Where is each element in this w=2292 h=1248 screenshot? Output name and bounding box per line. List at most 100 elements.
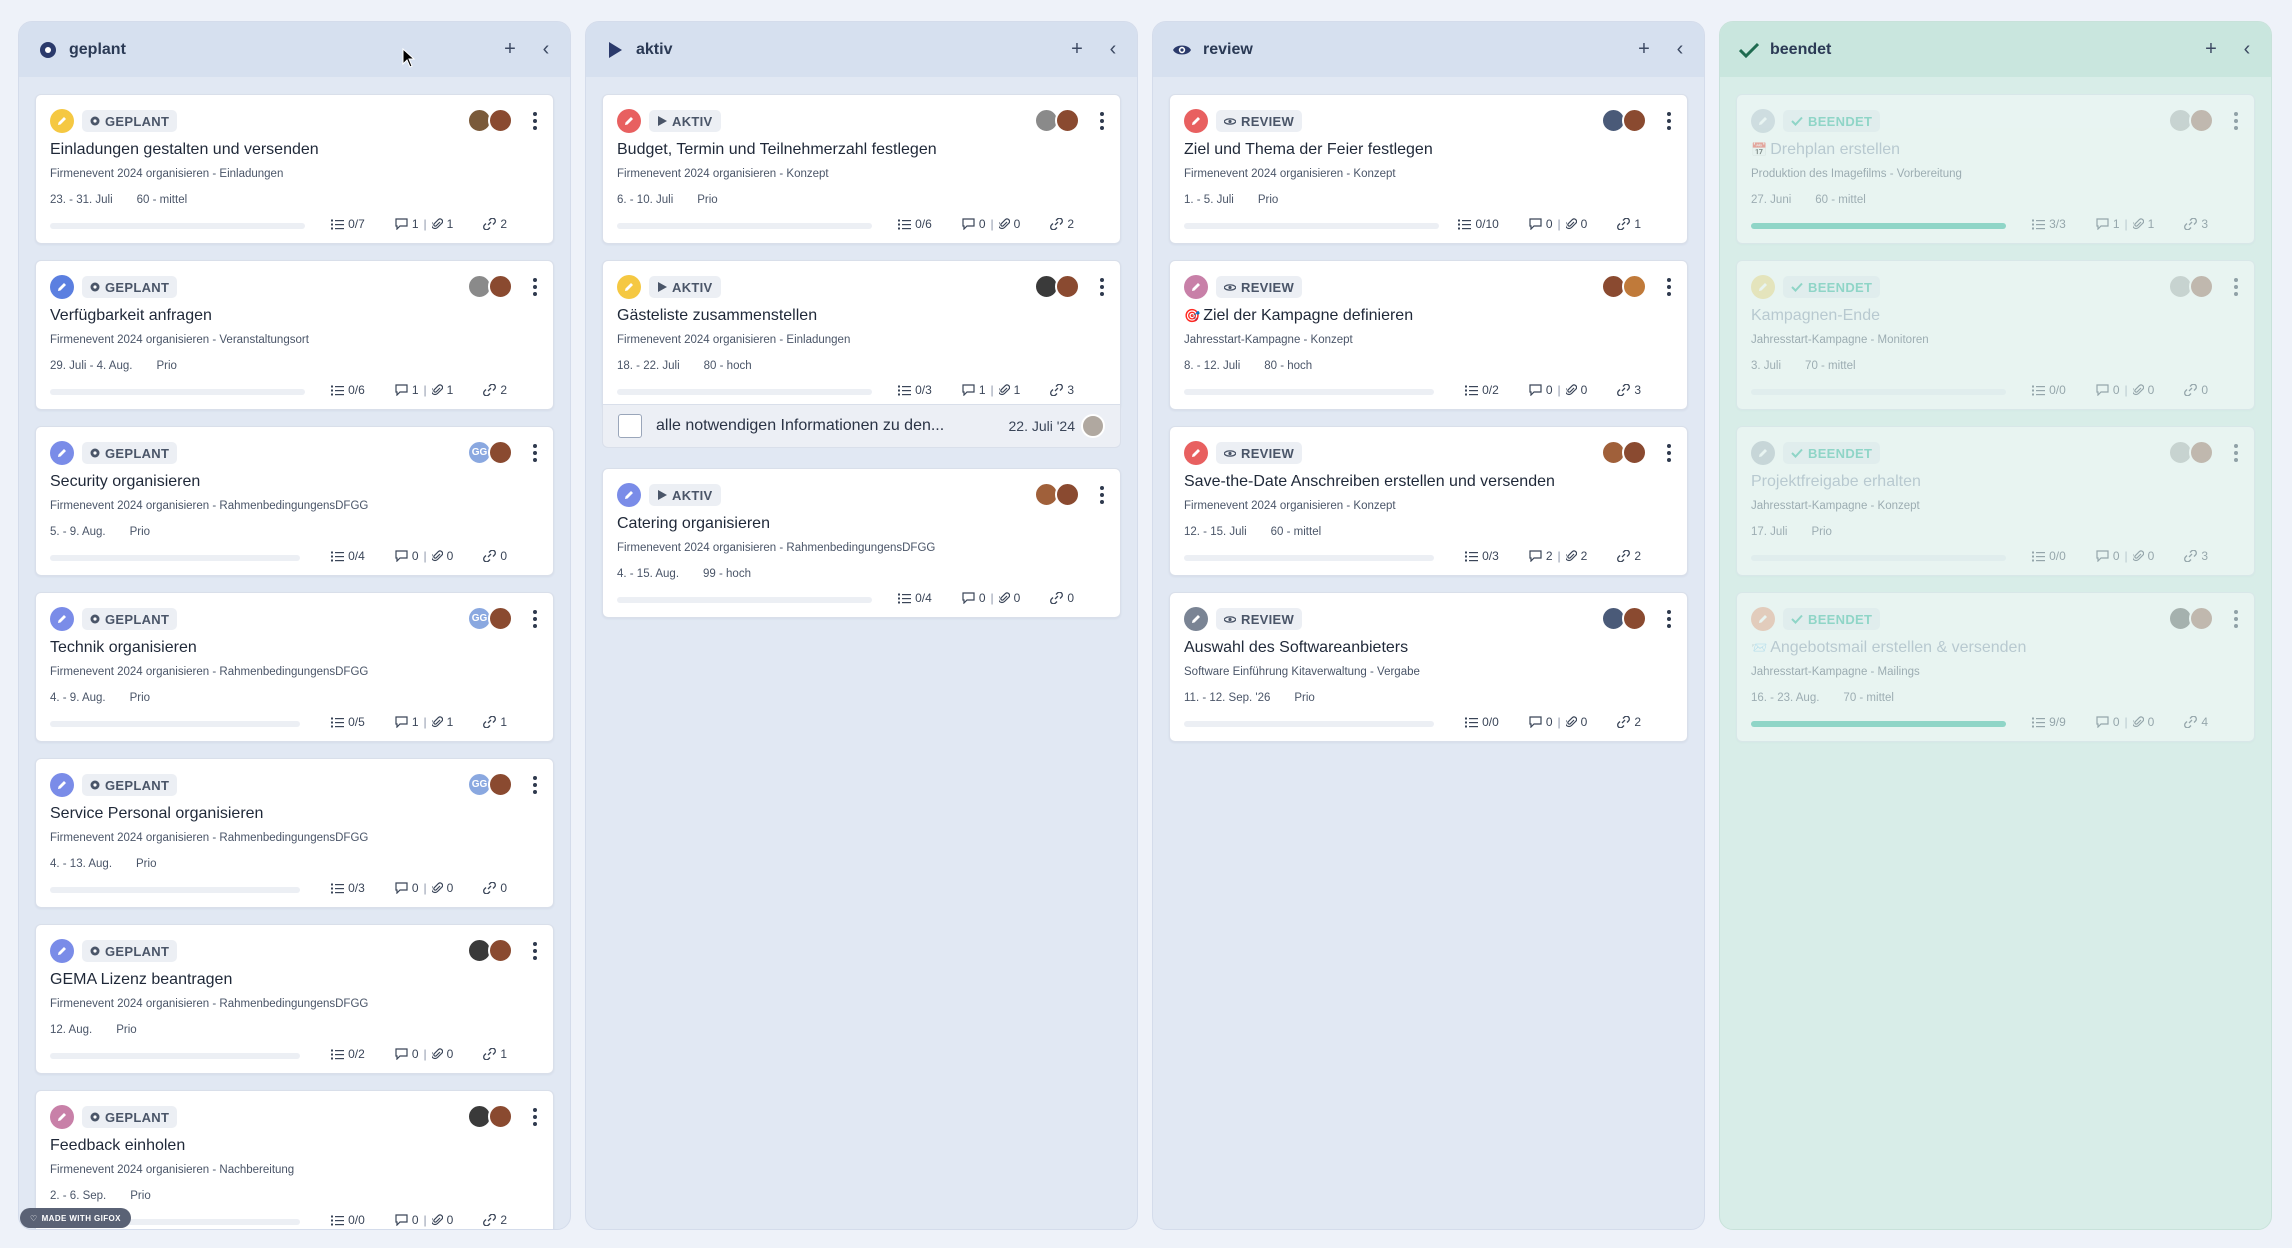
- add-card-icon[interactable]: +: [2203, 38, 2219, 61]
- card-title[interactable]: Feedback einholen: [50, 1137, 185, 1155]
- assignees[interactable]: [467, 108, 513, 133]
- assignees[interactable]: [2168, 274, 2214, 299]
- card-title[interactable]: Gästeliste zusammenstellen: [617, 307, 817, 325]
- card-title[interactable]: Ziel und Thema der Feier festlegen: [1184, 141, 1433, 159]
- assignees[interactable]: [1601, 274, 1647, 299]
- add-card-icon[interactable]: +: [1069, 38, 1085, 61]
- assignees[interactable]: [1601, 606, 1647, 631]
- collapse-column-icon[interactable]: ‹: [1672, 38, 1688, 61]
- task-card[interactable]: REVIEW 🎯 Ziel der Kampagne definieren Jah…: [1169, 260, 1688, 410]
- edit-pencil-icon[interactable]: [617, 109, 641, 133]
- card-title[interactable]: Budget, Termin und Teilnehmerzahl festle…: [617, 141, 937, 159]
- card-menu-icon[interactable]: [2232, 608, 2240, 630]
- card-menu-icon[interactable]: [1665, 110, 1673, 132]
- assignees[interactable]: GG: [467, 772, 513, 797]
- assignees[interactable]: [2168, 606, 2214, 631]
- card-title[interactable]: Auswahl des Softwareanbieters: [1184, 639, 1408, 657]
- collapse-column-icon[interactable]: ‹: [2239, 38, 2255, 61]
- task-card[interactable]: GEPLANT Verfügbarkeit anfragen Firmeneve…: [35, 260, 554, 410]
- task-card[interactable]: GEPLANT GG Service Personal organisieren…: [35, 758, 554, 908]
- task-card[interactable]: BEENDET Projektfreigabe erhalten Jahress…: [1736, 426, 2255, 576]
- edit-pencil-icon[interactable]: [50, 275, 74, 299]
- card-menu-icon[interactable]: [2232, 276, 2240, 298]
- collapse-column-icon[interactable]: ‹: [1105, 38, 1121, 61]
- edit-pencil-icon[interactable]: [617, 483, 641, 507]
- assignees[interactable]: GG: [467, 440, 513, 465]
- add-card-icon[interactable]: +: [502, 38, 518, 61]
- assignees[interactable]: [1601, 440, 1647, 465]
- task-card[interactable]: AKTIV Gästeliste zusammenstellen Firmene…: [602, 260, 1121, 410]
- edit-pencil-icon[interactable]: [1184, 441, 1208, 465]
- card-title[interactable]: Technik organisieren: [50, 639, 197, 657]
- task-card[interactable]: REVIEW Save-the-Date Anschreiben erstell…: [1169, 426, 1688, 576]
- card-menu-icon[interactable]: [2232, 442, 2240, 464]
- edit-pencil-icon[interactable]: [50, 1105, 74, 1129]
- card-title[interactable]: 📅 Drehplan erstellen: [1751, 141, 1900, 159]
- card-title[interactable]: 📨 Angebotsmail erstellen & versenden: [1751, 639, 2026, 657]
- files-value: 2: [1580, 549, 1588, 563]
- card-title[interactable]: Projektfreigabe erhalten: [1751, 473, 1921, 491]
- card-menu-icon[interactable]: [531, 774, 539, 796]
- card-title[interactable]: Security organisieren: [50, 473, 200, 491]
- assignees[interactable]: [467, 274, 513, 299]
- card-menu-icon[interactable]: [1665, 442, 1673, 464]
- edit-pencil-icon[interactable]: [50, 109, 74, 133]
- card-title[interactable]: Save-the-Date Anschreiben erstellen und …: [1184, 473, 1555, 491]
- edit-pencil-icon[interactable]: [1751, 441, 1775, 465]
- card-menu-icon[interactable]: [531, 608, 539, 630]
- card-title[interactable]: Kampagnen-Ende: [1751, 307, 1880, 325]
- edit-pencil-icon[interactable]: [1184, 607, 1208, 631]
- card-title[interactable]: GEMA Lizenz beantragen: [50, 971, 232, 989]
- card-title[interactable]: Service Personal organisieren: [50, 805, 263, 823]
- edit-pencil-icon[interactable]: [1751, 275, 1775, 299]
- subtask-row[interactable]: alle notwendigen Informationen zu den...…: [602, 404, 1121, 448]
- task-card[interactable]: GEPLANT GG Security organisieren Firmene…: [35, 426, 554, 576]
- edit-pencil-icon[interactable]: [50, 773, 74, 797]
- task-card[interactable]: BEENDET 📅 Drehplan erstellen Produktion d…: [1736, 94, 2255, 244]
- card-menu-icon[interactable]: [531, 110, 539, 132]
- assignees[interactable]: [467, 1104, 513, 1129]
- task-card[interactable]: GEPLANT GEMA Lizenz beantragen Firmeneve…: [35, 924, 554, 1074]
- assignees[interactable]: [2168, 108, 2214, 133]
- card-menu-icon[interactable]: [1665, 276, 1673, 298]
- assignees[interactable]: [1034, 108, 1080, 133]
- edit-pencil-icon[interactable]: [617, 275, 641, 299]
- assignees[interactable]: [1601, 108, 1647, 133]
- assignees[interactable]: [1034, 274, 1080, 299]
- card-title[interactable]: Catering organisieren: [617, 515, 770, 533]
- card-menu-icon[interactable]: [1098, 276, 1106, 298]
- edit-pencil-icon[interactable]: [50, 939, 74, 963]
- task-card[interactable]: GEPLANT Einladungen gestalten und versen…: [35, 94, 554, 244]
- edit-pencil-icon[interactable]: [1184, 275, 1208, 299]
- card-menu-icon[interactable]: [531, 276, 539, 298]
- task-card[interactable]: AKTIV Catering organisieren Firmenevent …: [602, 468, 1121, 618]
- task-card[interactable]: BEENDET Kampagnen-Ende Jahresstart-Kampa…: [1736, 260, 2255, 410]
- card-menu-icon[interactable]: [531, 1106, 539, 1128]
- card-menu-icon[interactable]: [1098, 110, 1106, 132]
- edit-pencil-icon[interactable]: [1751, 607, 1775, 631]
- edit-pencil-icon[interactable]: [1751, 109, 1775, 133]
- card-title[interactable]: Einladungen gestalten und versenden: [50, 141, 319, 159]
- task-card[interactable]: REVIEW Auswahl des Softwareanbieters Sof…: [1169, 592, 1688, 742]
- assignees[interactable]: [1034, 482, 1080, 507]
- task-card[interactable]: BEENDET 📨 Angebotsmail erstellen & versen…: [1736, 592, 2255, 742]
- assignees[interactable]: GG: [467, 606, 513, 631]
- card-menu-icon[interactable]: [531, 940, 539, 962]
- edit-pencil-icon[interactable]: [50, 441, 74, 465]
- assignees[interactable]: [467, 938, 513, 963]
- task-card[interactable]: REVIEW Ziel und Thema der Feier festlege…: [1169, 94, 1688, 244]
- card-menu-icon[interactable]: [1665, 608, 1673, 630]
- edit-pencil-icon[interactable]: [50, 607, 74, 631]
- card-title[interactable]: 🎯 Ziel der Kampagne definieren: [1184, 307, 1413, 325]
- subtask-checkbox[interactable]: [618, 414, 642, 438]
- card-menu-icon[interactable]: [531, 442, 539, 464]
- edit-pencil-icon[interactable]: [1184, 109, 1208, 133]
- collapse-column-icon[interactable]: ‹: [538, 38, 554, 61]
- task-card[interactable]: GEPLANT GG Technik organisieren Firmenev…: [35, 592, 554, 742]
- card-menu-icon[interactable]: [1098, 484, 1106, 506]
- card-menu-icon[interactable]: [2232, 110, 2240, 132]
- card-title[interactable]: Verfügbarkeit anfragen: [50, 307, 212, 325]
- assignees[interactable]: [2168, 440, 2214, 465]
- task-card[interactable]: AKTIV Budget, Termin und Teilnehmerzahl …: [602, 94, 1121, 244]
- add-card-icon[interactable]: +: [1636, 38, 1652, 61]
